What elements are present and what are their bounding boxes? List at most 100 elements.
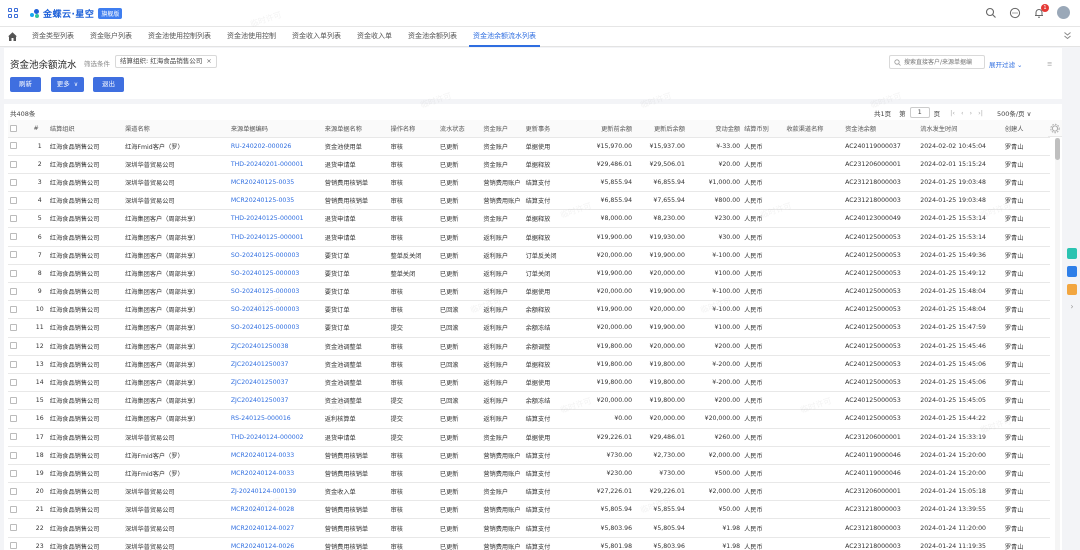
vertical-scrollbar[interactable] [1055,138,1060,550]
source-doc-link[interactable]: MCR20240125-0035 [228,191,323,211]
tab-fund-income-list[interactable]: 资金收入单列表 [284,27,349,47]
source-doc-link[interactable]: SO-20240125-000003 [228,282,323,302]
row-checkbox[interactable] [10,360,17,368]
source-doc-link[interactable]: RS-240125-000016 [228,409,323,429]
row-checkbox-cell[interactable] [8,537,32,550]
row-checkbox[interactable] [10,251,17,259]
column-header[interactable]: 流水发生时间 [918,120,1003,138]
column-header[interactable]: 来源单据编码 [228,120,323,138]
row-checkbox[interactable] [10,306,17,314]
table-row[interactable]: 11 红海食品销售公司 红海集团客户（周部共享） SO-20240125-000003… [8,318,1050,338]
column-header[interactable]: 创建人 [1002,120,1050,138]
column-header[interactable]: 更新事务 [523,120,580,138]
row-checkbox[interactable] [10,178,17,186]
table-row[interactable]: 22 红海食品销售公司 深圳华普贸易公司 MCR20240124-0027 营销费用核销… [8,518,1050,538]
row-checkbox-cell[interactable] [8,428,32,447]
tab-pool-usage-control-list[interactable]: 资金池使用控制列表 [140,27,219,47]
source-doc-link[interactable]: SO-20240125-000003 [228,300,323,320]
row-checkbox-cell[interactable] [8,500,32,520]
source-doc-link[interactable]: MCR20240124-0033 [228,446,323,465]
source-doc-link[interactable]: THD-20240201-000001 [228,155,323,174]
table-row[interactable]: 4 红海食品销售公司 深圳华普贸易公司 MCR20240125-0035 营销费用核销单… [8,191,1050,211]
column-header[interactable]: 更新后余额 [634,120,687,138]
row-checkbox-cell[interactable] [8,227,32,247]
first-page-icon[interactable]: |‹ [950,109,955,117]
row-checkbox-cell[interactable] [8,337,32,356]
column-header[interactable]: 渠道名称 [123,120,229,138]
row-checkbox-cell[interactable] [8,155,32,174]
source-doc-link[interactable]: ZJC202401250038 [228,337,323,356]
row-checkbox[interactable] [10,542,17,550]
table-row[interactable]: 15 红海食品销售公司 红海集团客户（周部共享） ZJC202401250037 资金池… [8,391,1050,411]
row-checkbox[interactable] [10,269,17,277]
column-header[interactable]: 操作名称 [388,120,438,138]
row-checkbox-cell[interactable] [8,173,32,193]
tab-pool-usage-control[interactable]: 资金池使用控制 [219,27,284,47]
row-checkbox-cell[interactable] [8,482,32,502]
refresh-button[interactable]: 刷新 [10,77,41,92]
table-row[interactable]: 13 红海食品销售公司 红海集团客户（周部共享） ZJC202401250037 资金池… [8,355,1050,374]
tab-fund-account-list[interactable]: 资金账户列表 [82,27,140,47]
row-checkbox-cell[interactable] [8,191,32,211]
source-doc-link[interactable]: SO-20240125-000003 [228,318,323,338]
source-doc-link[interactable]: MCR20240124-0027 [228,518,323,538]
table-row[interactable]: 7 红海食品销售公司 红海集团客户（周部共享） SO-20240125-000003 要… [8,246,1050,265]
row-checkbox[interactable] [10,396,17,404]
last-page-icon[interactable]: ›| [978,109,983,117]
table-row[interactable]: 18 红海食品销售公司 红海Fmid客户（罗） MCR20240124-0033 营销费… [8,446,1050,465]
row-checkbox[interactable] [10,287,17,295]
row-checkbox-cell[interactable] [8,282,32,302]
row-checkbox[interactable] [10,415,17,423]
help-icon[interactable] [1067,266,1077,277]
row-checkbox-cell[interactable] [8,137,32,156]
search-icon[interactable] [985,7,997,19]
row-checkbox-cell[interactable] [8,246,32,265]
row-checkbox-cell[interactable] [8,264,32,284]
app-grid-icon[interactable] [8,8,19,19]
close-icon[interactable]: × [206,57,211,65]
row-checkbox[interactable] [10,233,17,241]
column-settings-icon[interactable] [1048,120,1062,137]
source-doc-link[interactable]: THD-20240124-000002 [228,428,323,447]
table-row[interactable]: 1 红海食品销售公司 红海Fmid客户（罗） RU-240202-000026 资金池使… [8,137,1050,156]
filter-settings-icon[interactable]: ≡ [1047,60,1052,68]
row-checkbox[interactable] [10,324,17,332]
tab-pool-balance-flow-list[interactable]: 资金池余额流水列表 [465,27,544,47]
row-checkbox[interactable] [10,160,17,168]
assistant-icon[interactable] [1067,248,1077,259]
chevron-right-icon[interactable]: › [1067,302,1077,313]
row-checkbox-cell[interactable] [8,355,32,374]
column-header[interactable]: # [31,120,48,138]
row-checkbox[interactable] [10,433,17,441]
search-box[interactable] [889,55,985,69]
row-checkbox[interactable] [10,342,17,350]
source-doc-link[interactable]: ZJC202401250037 [228,391,323,411]
source-doc-link[interactable]: SO-20240125-000003 [228,264,323,284]
table-row[interactable]: 16 红海食品销售公司 红海集团客户（周部共享） RS-240125-000016 返利… [8,409,1050,429]
source-doc-link[interactable]: ZJC202401250037 [228,373,323,393]
filter-chip[interactable]: 结算组织: 红海食品销售公司 × [115,55,217,68]
source-doc-link[interactable]: THD-20240125-000001 [228,227,323,247]
table-row[interactable]: 5 红海食品销售公司 红海集团客户（周部共享） THD-20240125-000001… [8,209,1050,229]
more-button[interactable]: 更多 ∨ [51,77,84,92]
page-size-select[interactable]: 500条/页 ∨ [997,108,1031,118]
tab-fund-income[interactable]: 资金收入单 [349,27,400,47]
row-checkbox-cell[interactable] [8,464,32,484]
row-checkbox[interactable] [10,487,17,495]
table-row[interactable]: 21 红海食品销售公司 深圳华普贸易公司 MCR20240124-0028 营销费用核销… [8,500,1050,520]
message-icon[interactable] [1009,7,1021,19]
column-header[interactable]: 资金账户 [481,120,524,138]
row-checkbox[interactable] [10,506,17,514]
select-all-checkbox[interactable] [10,124,17,132]
scrollbar-thumb[interactable] [1055,138,1060,160]
table-row[interactable]: 14 红海食品销售公司 红海集团客户（周部共享） ZJC202401250037 资金池… [8,373,1050,393]
column-header[interactable]: 结算组织 [47,120,124,138]
table-row[interactable]: 8 红海食品销售公司 红海集团客户（周部共享） SO-20240125-000003 要… [8,264,1050,284]
column-header[interactable]: 来源单据名称 [322,120,389,138]
collapse-tabs-icon[interactable] [1063,31,1072,42]
row-checkbox-cell[interactable] [8,409,32,429]
search-input[interactable] [904,57,982,67]
source-doc-link[interactable]: MCR20240124-0028 [228,500,323,520]
row-checkbox-cell[interactable] [8,318,32,338]
source-doc-link[interactable]: ZJ-20240124-000139 [228,482,323,502]
